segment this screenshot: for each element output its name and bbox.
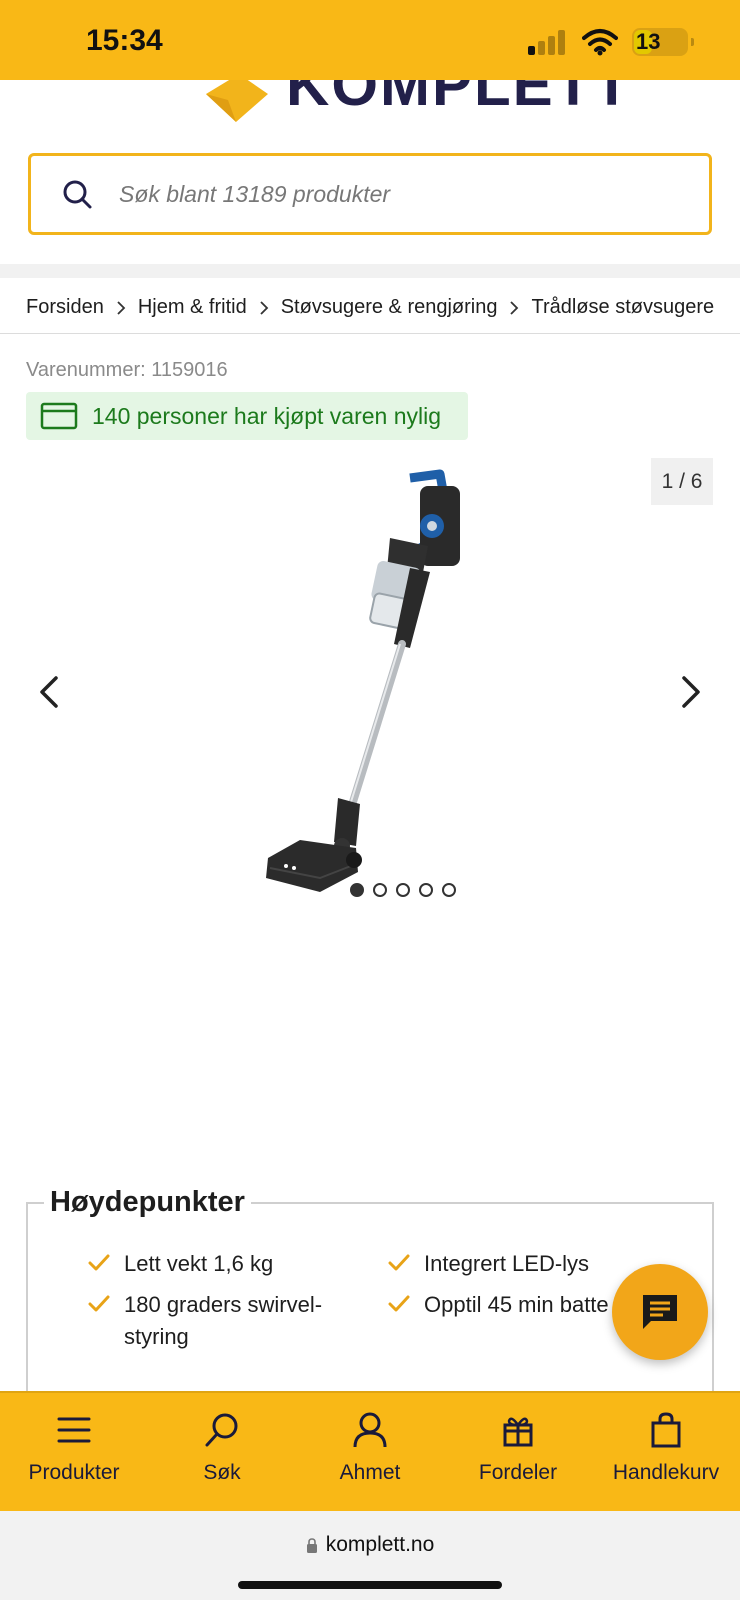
pagination-dot[interactable] xyxy=(373,883,387,897)
wifi-icon xyxy=(582,29,618,56)
nav-item-cart[interactable]: Handlekurv xyxy=(592,1393,740,1511)
nav-label: Handlekurv xyxy=(612,1461,720,1484)
section-separator xyxy=(0,264,740,278)
checkmark-icon xyxy=(388,1254,410,1271)
search-icon xyxy=(63,180,92,209)
highlight-text: 180 graders swirvel- styring xyxy=(124,1292,323,1349)
highlight-text: Lett vekt 1,6 kg xyxy=(124,1251,274,1276)
gift-icon xyxy=(503,1417,533,1447)
breadcrumb-link-home[interactable]: Forsiden xyxy=(26,296,104,319)
pagination-dot[interactable] xyxy=(350,883,364,897)
chat-button[interactable] xyxy=(612,1264,708,1360)
highlight-item: Lett vekt 1,6 kg xyxy=(88,1248,273,1280)
highlight-item: Opptil 45 min batte xyxy=(388,1289,609,1321)
battery-indicator: 13 xyxy=(632,28,694,56)
logo[interactable]: KOMPLETT xyxy=(0,80,740,124)
status-time: 15:34 xyxy=(86,24,163,57)
divider xyxy=(0,333,740,334)
nav-label: Fordeler xyxy=(478,1461,558,1484)
komplett-logo-mark-icon xyxy=(206,80,268,122)
chat-icon xyxy=(643,1295,677,1329)
status-bar: 15:34 13 xyxy=(0,0,740,80)
status-icons: 13 xyxy=(528,28,694,56)
highlight-text: Opptil 45 min batte xyxy=(424,1292,609,1317)
breadcrumb: Forsiden Hjem & fritid Støvsugere & reng… xyxy=(26,296,714,319)
credit-card-icon xyxy=(40,402,78,430)
checkmark-icon xyxy=(88,1295,110,1312)
checkmark-icon xyxy=(388,1295,410,1312)
lock-icon xyxy=(306,1537,317,1553)
product-image-stick-vacuum[interactable] xyxy=(260,468,490,918)
user-icon xyxy=(353,1412,387,1448)
highlights-title: Høydepunkter xyxy=(44,1186,251,1219)
highlight-item: 180 graders swirvel- styring xyxy=(88,1289,322,1353)
battery-level: 13 xyxy=(636,29,661,54)
shopping-bag-icon xyxy=(651,1412,681,1448)
bottom-navigation: Produkter Søk Ahmet Fordeler Handlekurv xyxy=(0,1391,740,1511)
next-image-arrow-icon[interactable] xyxy=(670,670,710,714)
previous-image-arrow-icon[interactable] xyxy=(30,670,70,714)
highlight-item: Integrert LED-lys xyxy=(388,1248,589,1280)
url-display[interactable]: komplett.no xyxy=(0,1533,740,1557)
highlight-text: Integrert LED-lys xyxy=(424,1251,590,1276)
browser-url-bar[interactable]: komplett.no xyxy=(0,1511,740,1600)
nav-item-account[interactable]: Ahmet xyxy=(296,1393,444,1511)
nav-item-products[interactable]: Produkter xyxy=(0,1393,148,1511)
product-sku: Varenummer: 1159016 xyxy=(26,359,228,381)
breadcrumb-link-home-leisure[interactable]: Hjem & fritid xyxy=(138,296,247,319)
search-box[interactable] xyxy=(28,153,712,235)
search-input[interactable] xyxy=(119,180,679,208)
recent-purchases-text: 140 personer har kjøpt varen nylig xyxy=(92,402,442,429)
chevron-right-icon xyxy=(510,300,519,315)
pagination-dot[interactable] xyxy=(396,883,410,897)
search-icon xyxy=(205,1413,238,1447)
image-counter: 1 / 6 xyxy=(651,458,713,505)
nav-label: Søk xyxy=(203,1461,241,1484)
home-indicator xyxy=(238,1581,502,1589)
signal-icon xyxy=(528,30,565,55)
menu-icon xyxy=(57,1417,91,1443)
nav-label: Ahmet xyxy=(339,1461,401,1484)
breadcrumb-link-vacuums-cleaning[interactable]: Støvsugere & rengjøring xyxy=(281,296,498,319)
checkmark-icon xyxy=(88,1254,110,1271)
chevron-right-icon xyxy=(260,300,268,315)
nav-item-benefits[interactable]: Fordeler xyxy=(444,1393,592,1511)
image-pagination-dots xyxy=(350,883,456,897)
url-text: komplett.no xyxy=(325,1533,435,1556)
nav-item-search[interactable]: Søk xyxy=(148,1393,296,1511)
breadcrumb-link-cordless-vacuums[interactable]: Trådløse støvsugere xyxy=(531,296,714,319)
chevron-right-icon xyxy=(117,300,126,315)
pagination-dot[interactable] xyxy=(442,883,456,897)
nav-label: Produkter xyxy=(28,1461,120,1484)
recent-purchases-badge: 140 personer har kjøpt varen nylig xyxy=(26,392,468,440)
logo-text: KOMPLETT xyxy=(286,80,632,118)
pagination-dot[interactable] xyxy=(419,883,433,897)
